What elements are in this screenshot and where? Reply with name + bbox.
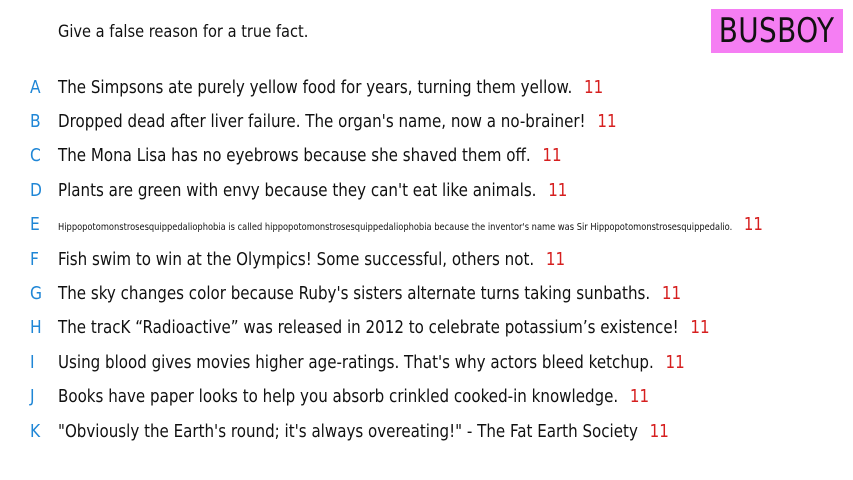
vote-count: 11 xyxy=(665,351,685,373)
answer-text: The Mona Lisa has no eyebrows because sh… xyxy=(58,145,531,167)
answer-item-d[interactable]: D Plants are green with envy because the… xyxy=(0,173,853,207)
answer-letter: B xyxy=(30,111,41,133)
vote-count: 11 xyxy=(649,420,669,442)
answer-text: Hippopotomonstrosesquippedaliophobia is … xyxy=(58,222,733,234)
answer-item-f[interactable]: F Fish swim to win at the Olympics! Some… xyxy=(0,242,853,276)
answer-letter: I xyxy=(30,351,35,373)
prompt-text: Give a false reason for a true fact. xyxy=(58,22,309,42)
answer-text: Dropped dead after liver failure. The or… xyxy=(58,111,586,133)
answer-text: "Obviously the Earth's round; it's alway… xyxy=(58,420,638,442)
answer-text: Plants are green with envy because they … xyxy=(58,179,537,201)
vote-count: 11 xyxy=(597,111,617,133)
answer-item-k[interactable]: K "Obviously the Earth's round; it's alw… xyxy=(0,414,853,448)
answer-item-c[interactable]: C The Mona Lisa has no eyebrows because … xyxy=(0,139,853,173)
answer-text: The Simpsons ate purely yellow food for … xyxy=(58,76,573,98)
answer-letter: F xyxy=(30,248,39,270)
answer-item-h[interactable]: H The tracK “Radioactive” was released i… xyxy=(0,311,853,345)
answer-text: The sky changes color because Ruby's sis… xyxy=(58,283,651,305)
answer-text: Fish swim to win at the Olympics! Some s… xyxy=(58,248,535,270)
answer-text: Books have paper looks to help you absor… xyxy=(58,386,619,408)
vote-count: 11 xyxy=(545,248,566,270)
answer-letter: K xyxy=(30,420,41,442)
vote-count: 11 xyxy=(548,179,568,201)
answer-letter: E xyxy=(30,214,40,236)
answer-letter: D xyxy=(30,179,42,201)
answer-item-i[interactable]: I Using blood gives movies higher age-ra… xyxy=(0,345,853,379)
vote-count: 11 xyxy=(661,283,682,305)
answer-letter: H xyxy=(30,317,42,339)
vote-count: 11 xyxy=(542,145,562,167)
vote-count: 11 xyxy=(690,317,710,339)
vote-count: 11 xyxy=(583,76,604,98)
vote-count: 11 xyxy=(629,386,650,408)
answer-item-a[interactable]: A The Simpsons ate purely yellow food fo… xyxy=(0,70,853,104)
answer-item-g[interactable]: G The sky changes color because Ruby's s… xyxy=(0,276,853,310)
player-badge: BUSBOY xyxy=(711,9,843,53)
answer-item-b[interactable]: B Dropped dead after liver failure. The … xyxy=(0,104,853,138)
answer-text: Using blood gives movies higher age-rati… xyxy=(58,351,654,373)
answer-letter: J xyxy=(30,386,35,408)
answer-letter: C xyxy=(30,145,41,167)
answer-letter: G xyxy=(30,283,42,305)
answer-letter: A xyxy=(30,76,41,98)
answer-item-j[interactable]: J Books have paper looks to help you abs… xyxy=(0,380,853,414)
answer-item-e[interactable]: E Hippopotomonstrosesquippedaliophobia i… xyxy=(0,208,853,242)
vote-count: 11 xyxy=(743,214,763,236)
player-name: BUSBOY xyxy=(719,11,835,51)
answer-list: A The Simpsons ate purely yellow food fo… xyxy=(0,70,853,448)
answer-text: The tracK “Radioactive” was released in … xyxy=(58,317,679,339)
